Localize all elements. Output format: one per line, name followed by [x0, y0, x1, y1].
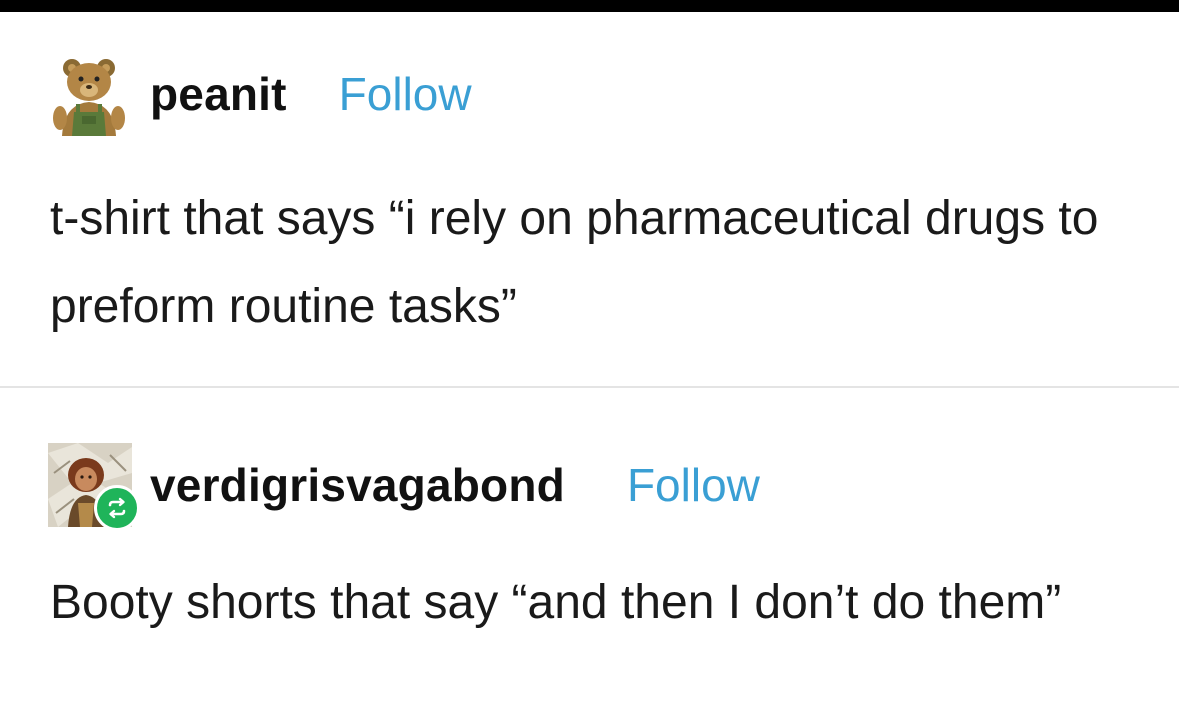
top-bar: [0, 0, 1179, 12]
post-card: verdigrisvagabond Follow Booty shorts th…: [0, 389, 1179, 718]
post-card: peanit Follow t-shirt that says “i rely …: [0, 12, 1179, 387]
post-text: t-shirt that says “i rely on pharmaceuti…: [50, 192, 1099, 333]
reblog-badge: [94, 485, 140, 531]
teddy-bear-avatar[interactable]: [48, 52, 132, 136]
username[interactable]: verdigrisvagabond: [150, 458, 565, 512]
username[interactable]: peanit: [150, 67, 287, 121]
divider: [0, 386, 1179, 388]
teddy-bear-icon: [53, 59, 125, 136]
follow-button[interactable]: Follow: [339, 67, 472, 121]
post-header: verdigrisvagabond Follow: [48, 443, 760, 531]
illustrated-character-avatar[interactable]: [48, 443, 140, 531]
reblog-icon: [108, 497, 126, 519]
post-text: Booty shorts that say “and then I don’t …: [50, 576, 1062, 629]
follow-button[interactable]: Follow: [627, 458, 760, 512]
post-header: peanit Follow: [48, 52, 472, 136]
